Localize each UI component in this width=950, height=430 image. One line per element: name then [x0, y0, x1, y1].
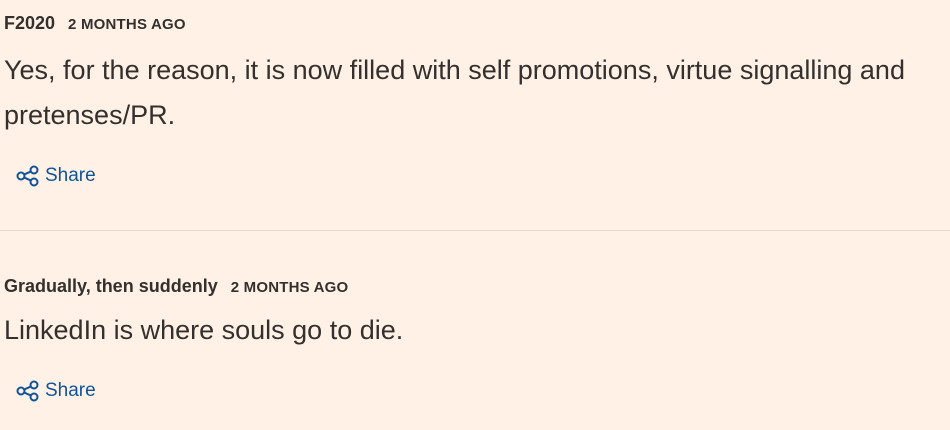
comment-timestamp: 2 MONTHS AGO [68, 16, 186, 33]
comment-body: Yes, for the reason, it is now filled wi… [4, 55, 905, 130]
comment-meta: F2020 2 MONTHS AGO [4, 13, 186, 34]
comment-meta: Gradually, then suddenly 2 MONTHS AGO [4, 276, 348, 297]
share-icon [16, 165, 39, 187]
share-button[interactable]: Share [16, 165, 96, 187]
comment-author[interactable]: Gradually, then suddenly [4, 276, 218, 297]
comment-author[interactable]: F2020 [4, 13, 55, 34]
share-button[interactable]: Share [16, 380, 96, 402]
comment-timestamp: 2 MONTHS AGO [230, 279, 349, 296]
share-icon [16, 380, 39, 402]
share-label: Share [45, 165, 96, 186]
comments-list: F2020 2 MONTHS AGO Yes, for the reason, … [0, 0, 950, 430]
comment: Gradually, then suddenly 2 MONTHS AGO Li… [0, 231, 950, 430]
comment-body: LinkedIn is where souls go to die. [4, 315, 404, 345]
comment: F2020 2 MONTHS AGO Yes, for the reason, … [0, 0, 950, 230]
share-label: Share [45, 380, 96, 401]
